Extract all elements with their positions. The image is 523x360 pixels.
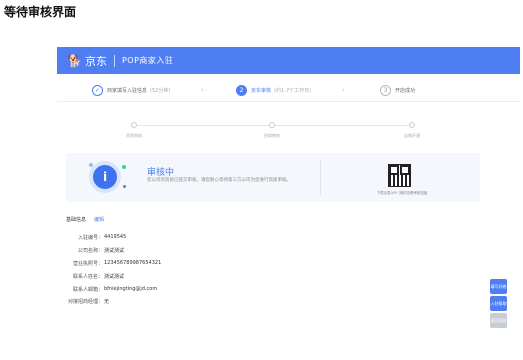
info-icon: i: [93, 165, 117, 189]
info-row-id: 入驻编号： 4419545: [60, 231, 161, 244]
jd-logo[interactable]: 🐕 京东: [67, 53, 107, 69]
progress-label: 店铺开通: [404, 133, 420, 138]
progress-dot: [409, 122, 415, 128]
info-value: bfniejingting@jd.com: [104, 286, 158, 292]
step-sub: (约1-7个工作日): [274, 88, 312, 94]
progress-dot: [131, 122, 137, 128]
chevron-right-icon: ›: [201, 86, 204, 94]
info-row-manager: 对接招商经理： 无: [60, 295, 161, 308]
step-label: 商家填写入驻信息: [107, 88, 148, 94]
step-fill-info: ✓ 商家填写入驻信息 (52分钟): [92, 85, 170, 96]
chevron-right-icon: ›: [342, 86, 345, 94]
info-value: 测试测试: [104, 273, 125, 280]
info-label: 公司名称：: [77, 247, 103, 254]
step-label: 京东审核: [251, 88, 272, 94]
edit-link[interactable]: 编辑: [94, 216, 104, 223]
divider: [320, 160, 321, 195]
info-value: 无: [104, 299, 110, 306]
jd-dog-icon: 🐕: [67, 53, 82, 68]
decor-dot: [122, 165, 126, 169]
back-to-top-button[interactable]: 返回顶部: [490, 313, 507, 328]
step-number: 2: [236, 85, 247, 96]
status-description: 您公司的资质已提交审核，请您耐心等待第三方公司为您进行资质审核。: [147, 178, 291, 183]
info-value: 4419545: [104, 234, 127, 241]
info-label: 联系人姓名：: [72, 273, 103, 280]
step-indicator: ✓ 商家填写入驻信息 (52分钟) › 2 京东审核 (约1-7个工作日) › …: [57, 80, 520, 102]
step-label: 开店成功: [395, 88, 416, 94]
basic-info-list: 入驻编号： 4419545 公司名称： 测试测试 营业执照号： 12345678…: [60, 231, 161, 308]
page-heading: 等待审核界面: [4, 5, 77, 19]
help-button[interactable]: 入驻帮助: [490, 296, 507, 311]
step-store-open: 3 开店成功: [380, 85, 415, 96]
info-label: 入驻编号：: [77, 234, 103, 241]
step-jd-review: 2 京东审核 (约1-7个工作日): [236, 85, 311, 96]
info-row-company: 公司名称： 测试测试: [60, 244, 161, 257]
info-value: 123456789987654321: [104, 260, 162, 267]
info-value: 测试测试: [104, 247, 125, 254]
check-icon: ✓: [92, 85, 103, 96]
info-label: 联系人邮箱：: [72, 286, 103, 293]
questionnaire-button[interactable]: 填写问卷: [490, 279, 507, 294]
logo-divider: [113, 54, 115, 67]
info-label: 营业执照号：: [72, 260, 103, 267]
basic-info-header: 基础信息 编辑: [66, 216, 104, 223]
info-label: 对接招商经理：: [67, 299, 103, 306]
logo-text: 京东: [84, 54, 107, 68]
info-row-license: 营业执照号： 123456789987654321: [60, 257, 161, 270]
basic-info-title: 基础信息: [66, 217, 87, 223]
decor-dot: [123, 185, 126, 188]
progress-label: 资质审核: [126, 133, 142, 138]
progress-dot: [269, 122, 275, 128]
info-row-contact-name: 联系人姓名： 测试测试: [60, 270, 161, 283]
progress-label: 招商审核: [264, 133, 280, 138]
decor-dot: [89, 163, 93, 167]
info-row-contact-email: 联系人邮箱： bfniejingting@jd.com: [60, 283, 161, 296]
qr-caption: 下载京麦APP, 随时查看审核进度: [376, 191, 428, 195]
step-sub: (52分钟): [150, 88, 171, 94]
step-number: 3: [380, 85, 391, 96]
header-title: POP商家入驻: [121, 56, 174, 65]
review-progress: 资质审核 招商审核 店铺开通: [57, 118, 520, 140]
status-card: i 审核中 您公司的资质已提交审核，请您耐心等待第三方公司为您进行资质审核。 下…: [66, 153, 480, 202]
qr-code-icon: [388, 164, 411, 187]
status-icon-group: i: [89, 163, 126, 189]
top-bar: 🐕 京东 POP商家入驻: [57, 47, 520, 74]
